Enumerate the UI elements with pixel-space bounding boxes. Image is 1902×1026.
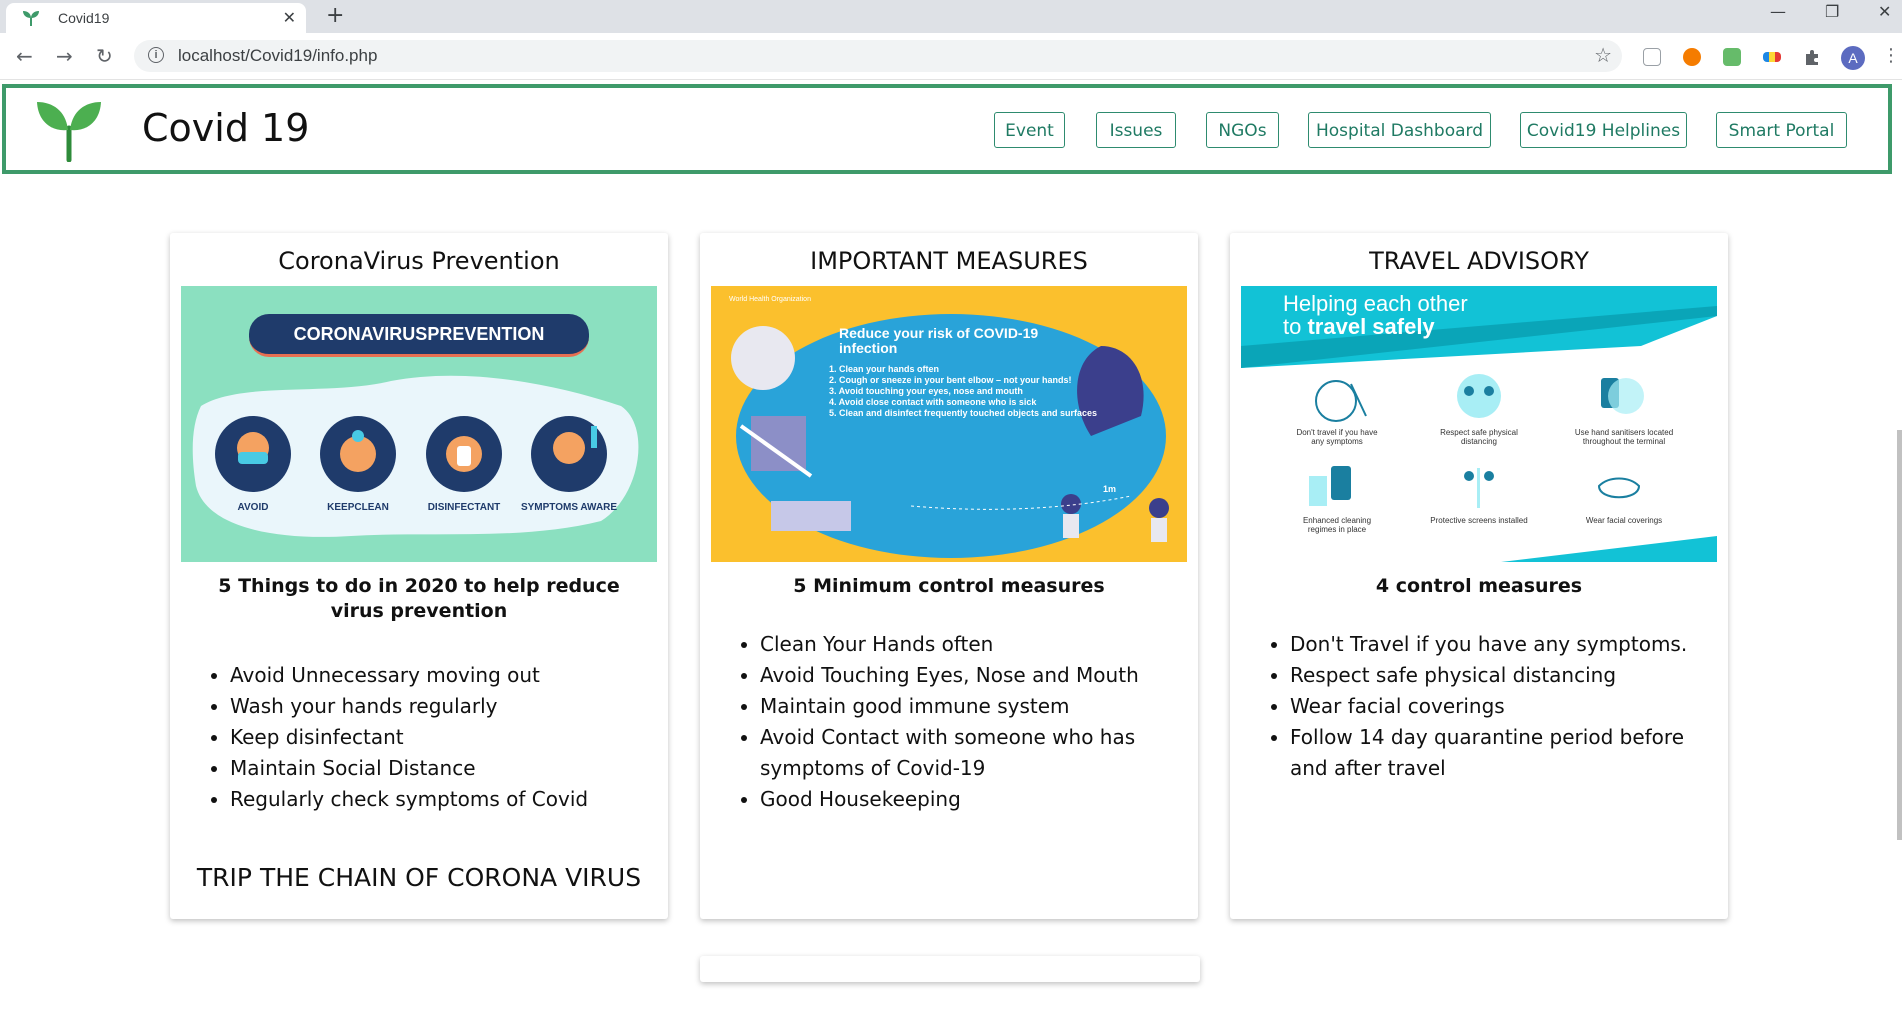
browser-toolbar: ← → ↻ i localhost/Covid19/info.php ☆ A ⋮ [0,33,1902,80]
distance-label: 1m [1103,484,1117,494]
scrollbar[interactable] [1897,430,1902,840]
card-measures: IMPORTANT MEASURES World Health Organiza… [700,233,1198,919]
nav-ngos[interactable]: NGOs [1206,112,1279,148]
list-item: Clean Your Hands often [760,629,1172,660]
nav-covid19-helplines[interactable]: Covid19 Helplines [1520,112,1687,148]
heading-line: Helping each other [1283,291,1468,316]
infographic-heading: Helping each other to travel safely [1283,292,1468,338]
card-footer: TRIP THE CHAIN OF CORONA VIRUS [196,863,642,892]
address-bar[interactable]: i localhost/Covid19/info.php ☆ [134,40,1622,72]
infographic-label: DISINFECTANT [427,502,501,513]
infographic-caption: Protective screens installed [1430,516,1528,525]
infographic-caption: Use hand sanitisers located throughout t… [1574,428,1674,446]
tab-title: Covid19 [58,10,110,26]
sprout-icon [23,11,39,26]
infographic-points: 1. Clean your hands often 2. Cough or sn… [829,364,1099,419]
extension-icon[interactable] [1683,48,1701,66]
puzzle-icon[interactable] [1803,48,1821,66]
card-partial [700,956,1200,982]
infographic-point: 3. Avoid touching your eyes, nose and mo… [829,386,1023,396]
sprout-icon[interactable] [34,96,104,162]
infographic-label: AVOID [237,502,269,513]
extension-icon[interactable] [1723,48,1741,66]
infographic-heading: Reduce your risk of COVID-19 infection [839,325,1039,356]
extension-icon[interactable] [1643,48,1661,66]
maximize-button[interactable]: ❐ [1825,2,1839,21]
measures-infographic: World Health Organization Reduce your ri… [711,286,1187,562]
card-title: TRAVEL ADVISORY [1369,247,1589,275]
list-item: Don't Travel if you have any symptoms. [1290,629,1720,660]
nav-smart-portal[interactable]: Smart Portal [1716,112,1847,148]
card-subtitle: 4 control measures [1375,575,1583,597]
forward-button[interactable]: → [56,44,73,68]
list-item: Wear facial coverings [1290,691,1720,722]
list-item: Avoid Touching Eyes, Nose and Mouth [760,660,1172,691]
list-item: Respect safe physical distancing [1290,660,1720,691]
infographic-point: 1. Clean your hands often [829,364,940,374]
site-header: Covid 19 Event Issues NGOs Hospital Dash… [2,84,1892,174]
card-subtitle: 5 Things to do in 2020 to help reduce vi… [218,575,620,622]
infographic-point: 4. Avoid close contact with someone who … [829,397,1037,407]
list-item: Good Housekeeping [760,784,1172,815]
infographic-caption: Respect safe physical distancing [1440,428,1518,446]
infographic-point: 2. Cough or sneeze in your bent elbow – … [829,375,1072,385]
who-org-label: World Health Organization [729,296,811,303]
nav-event[interactable]: Event [994,112,1065,148]
list-item: Follow 14 day quarantine period before a… [1290,722,1720,784]
card-subtitle: 5 Minimum control measures [793,575,1105,597]
list-item: Avoid Contact with someone who has sympt… [760,722,1172,784]
profile-avatar[interactable]: A [1841,46,1865,70]
card-title: IMPORTANT MEASURES [810,247,1088,275]
card-list: Clean Your Hands often Avoid Touching Ey… [732,629,1172,815]
card-prevention: CoronaVirus Prevention CORONAVIRUSPREVEN… [170,233,668,919]
close-window-button[interactable]: ✕ [1878,2,1891,21]
list-item: Maintain Social Distance [230,753,588,784]
browser-tabstrip: Covid19 ✕ + — ❐ ✕ [0,0,1902,33]
site-brand[interactable]: Covid 19 [142,106,309,150]
infographic-caption: Wear facial coverings [1585,516,1663,525]
heading-bold: travel safely [1307,314,1435,339]
nav-hospital-dashboard[interactable]: Hospital Dashboard [1308,112,1491,148]
heading-line: to travel safely [1283,315,1468,338]
extension-icon[interactable] [1763,52,1781,62]
list-item: Regularly check symptoms of Covid [230,784,588,815]
list-item: Wash your hands regularly [230,691,588,722]
list-item: Avoid Unnecessary moving out [230,660,588,691]
list-item: Keep disinfectant [230,722,588,753]
nav-issues[interactable]: Issues [1096,112,1176,148]
prevention-infographic: CORONAVIRUSPREVENTION AVOID KEEPCLEAN DI… [181,286,657,562]
infographic-caption: Don't travel if you have any symptoms [1296,428,1378,446]
infographic-point: 5. Clean and disinfect frequently touche… [829,408,1098,418]
minimize-button[interactable]: — [1770,2,1786,21]
infographic-label: SYMPTOMS AWARE [520,502,618,513]
close-tab-icon[interactable]: ✕ [283,8,296,27]
bookmark-star-icon[interactable]: ☆ [1594,43,1612,67]
card-list: Avoid Unnecessary moving out Wash your h… [202,660,588,815]
new-tab-button[interactable]: + [326,3,344,28]
infographic-caption: Enhanced cleaning regimes in place [1302,516,1372,534]
browser-tab[interactable]: Covid19 ✕ [6,3,306,33]
travel-infographic: Helping each other to travel safely Don'… [1241,286,1717,562]
heading-prefix: to [1283,314,1308,339]
back-button[interactable]: ← [16,44,33,68]
infographic-label: KEEPCLEAN [327,502,389,513]
url-text[interactable]: localhost/Covid19/info.php [178,46,377,66]
card-title: CoronaVirus Prevention [278,247,560,275]
menu-icon[interactable]: ⋮ [1882,45,1900,66]
info-icon[interactable]: i [148,47,164,63]
list-item: Maintain good immune system [760,691,1172,722]
infographic-banner: CORONAVIRUSPREVENTION [249,314,589,357]
card-travel: TRAVEL ADVISORY Helping each other to tr… [1230,233,1728,919]
reload-button[interactable]: ↻ [96,44,113,68]
card-list: Don't Travel if you have any symptoms. R… [1262,629,1720,784]
